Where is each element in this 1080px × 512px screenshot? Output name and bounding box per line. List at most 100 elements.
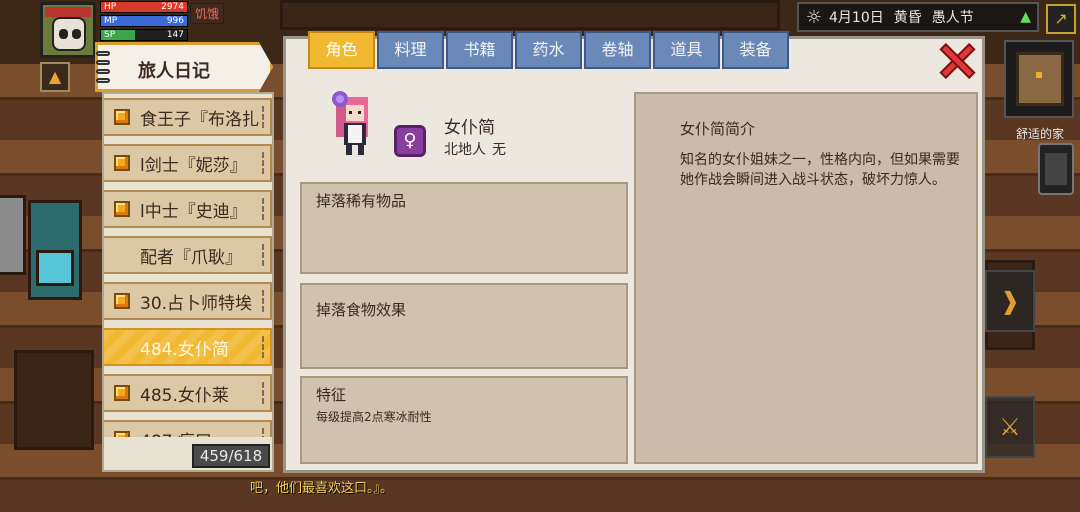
- date-text: 4月10日: [829, 10, 884, 26]
- journal-list[interactable]: 食王子『布洛扎 l剑士『妮莎』 l中士『史迪』 配者『爪耿』 30.占卜师特埃 …: [104, 94, 272, 437]
- stat-bars: HP 2974 MP 996 SP 147: [100, 1, 188, 43]
- journal-entry[interactable]: 配者『爪耿』: [104, 236, 272, 274]
- journal-title-tab: 旅人日记: [95, 42, 273, 92]
- tab-books[interactable]: 书籍: [446, 31, 513, 69]
- entry-label: 30.占卜师特埃: [140, 293, 253, 314]
- event-text: 愚人节: [931, 10, 974, 26]
- bookmark-notch: [262, 198, 270, 220]
- sun-icon: ☼: [805, 6, 823, 28]
- journal-entry[interactable]: 485.女仆莱: [104, 374, 272, 412]
- description-text: 知名的女仆姐妹之一，性格内向，但如果需要她作战会瞬间进入战斗状态，破坏力惊人。: [680, 152, 960, 188]
- hp-bar: HP 2974: [100, 1, 188, 13]
- chat-message: 吧，他们最喜欢这口。』。: [250, 481, 394, 496]
- headband: [45, 7, 91, 17]
- character-detail-panel: 角色 料理 书籍 药水 卷轴 道具 装备 ♀ 女仆简 北地人无 掉落稀有物品 掉…: [283, 31, 985, 473]
- sp-bar: SP 147: [100, 29, 188, 41]
- location-label: 舒适的家: [1015, 127, 1064, 141]
- rare-drops-label: 掉落稀有物品: [316, 192, 407, 210]
- bookmark-notch: [262, 106, 270, 128]
- tab-potions[interactable]: 药水: [515, 31, 582, 69]
- journal-entry[interactable]: l中士『史迪』: [104, 190, 272, 228]
- food-effects-box: 掉落食物效果: [300, 283, 628, 369]
- bg-counter: [280, 0, 780, 30]
- journal-entry[interactable]: 30.占卜师特埃: [104, 282, 272, 320]
- time-of-day-text: 黄昏: [893, 10, 922, 26]
- description-box: 女仆简简介 知名的女仆姐妹之一，性格内向，但如果需要她作战会瞬间进入战斗状态，破…: [634, 92, 978, 464]
- phone-icon[interactable]: [1038, 143, 1074, 195]
- character-name: 女仆简: [444, 118, 495, 138]
- hunger-status: 饥饿: [190, 3, 225, 24]
- mp-label: MP: [104, 16, 118, 26]
- traits-text: 每级提高2点寒冰耐性: [316, 410, 432, 424]
- journal-entry[interactable]: l剑士『妮莎』: [104, 144, 272, 182]
- minimap-room: [1016, 52, 1064, 106]
- food-effects-label: 掉落食物效果: [316, 301, 407, 319]
- gem-icon: [114, 431, 130, 437]
- entry-label: 487.疯口: [140, 427, 212, 438]
- player-marker-icon: [1036, 72, 1042, 78]
- entry-label: 485.女仆莱: [140, 385, 229, 406]
- sp-value: 147: [166, 30, 184, 40]
- character-affiliation: 无: [492, 142, 506, 158]
- journal-entry[interactable]: 食王子『布洛扎: [104, 98, 272, 136]
- traits-label: 特征: [316, 386, 347, 404]
- character-origin: 北地人: [444, 142, 486, 158]
- tab-items[interactable]: 道具: [653, 31, 720, 69]
- fire-icon[interactable]: ▲: [40, 62, 70, 92]
- entry-label: l中士『史迪』: [140, 201, 247, 222]
- bg-furniture: [0, 195, 26, 275]
- phone-screen: [1045, 153, 1067, 185]
- tab-cooking[interactable]: 料理: [377, 31, 444, 69]
- gem-icon: [114, 155, 130, 171]
- journal-entry-selected[interactable]: 484.女仆简: [104, 328, 272, 366]
- ring: [96, 69, 110, 74]
- character-origin-row: 北地人无: [444, 139, 512, 159]
- gem-icon: [114, 293, 130, 309]
- avatar-eye: [72, 29, 81, 39]
- rare-drops-box: 掉落稀有物品: [300, 182, 628, 274]
- mp-bar: MP 996: [100, 15, 188, 27]
- category-tabs: 角色 料理 书籍 药水 卷轴 道具 装备: [308, 31, 791, 69]
- ring: [96, 60, 110, 65]
- tab-equipment[interactable]: 装备: [722, 31, 789, 69]
- bookmark-notch: [262, 290, 270, 312]
- sp-label: SP: [104, 30, 116, 40]
- avatar-face: [52, 17, 86, 51]
- gem-icon: [114, 201, 130, 217]
- status-bar: ☼ 4月10日 黄昏 愚人节 ▲: [797, 2, 1039, 32]
- gem-icon: [114, 385, 130, 401]
- tab-scrolls[interactable]: 卷轴: [584, 31, 651, 69]
- journal-list-panel: 食王子『布洛扎 l剑士『妮莎』 l中士『史迪』 配者『爪耿』 30.占卜师特埃 …: [102, 92, 274, 472]
- hp-label: HP: [104, 2, 117, 12]
- bookmark-notch: [262, 244, 270, 266]
- minimap[interactable]: [1004, 40, 1074, 118]
- character-portrait: [332, 91, 368, 155]
- bookmark-notch: [262, 152, 270, 174]
- bg-screen: [36, 250, 74, 286]
- female-icon: ♀: [394, 125, 426, 157]
- entry-label: 484.女仆简: [140, 339, 229, 360]
- traits-box: 特征 每级提高2点寒冰耐性: [300, 376, 628, 464]
- sword-icon[interactable]: ⚔: [985, 396, 1035, 458]
- description-title: 女仆简简介: [680, 120, 756, 138]
- notebook-rings-icon: [96, 51, 112, 87]
- bookmark-notch: [262, 382, 270, 404]
- mp-value: 996: [166, 16, 184, 26]
- journal-entry[interactable]: 487.疯口: [104, 420, 272, 437]
- tab-character[interactable]: 角色: [308, 31, 375, 69]
- exit-icon[interactable]: ↗: [1046, 4, 1076, 34]
- entry-label: 食王子『布洛扎: [140, 109, 259, 130]
- bookmark-notch: [262, 428, 270, 437]
- bow-icon[interactable]: ❱: [985, 270, 1035, 332]
- bg-bed: [14, 350, 94, 450]
- entry-label: l剑士『妮莎』: [140, 155, 247, 176]
- bookmark-notch: [262, 336, 270, 358]
- ring: [96, 78, 110, 83]
- ring: [96, 51, 110, 56]
- close-icon[interactable]: [936, 40, 978, 82]
- entry-label: 配者『爪耿』: [140, 247, 242, 268]
- wifi-icon: ▲: [1020, 9, 1031, 25]
- gem-icon: [114, 109, 130, 125]
- hp-value: 2974: [161, 2, 184, 12]
- player-avatar[interactable]: [40, 2, 96, 58]
